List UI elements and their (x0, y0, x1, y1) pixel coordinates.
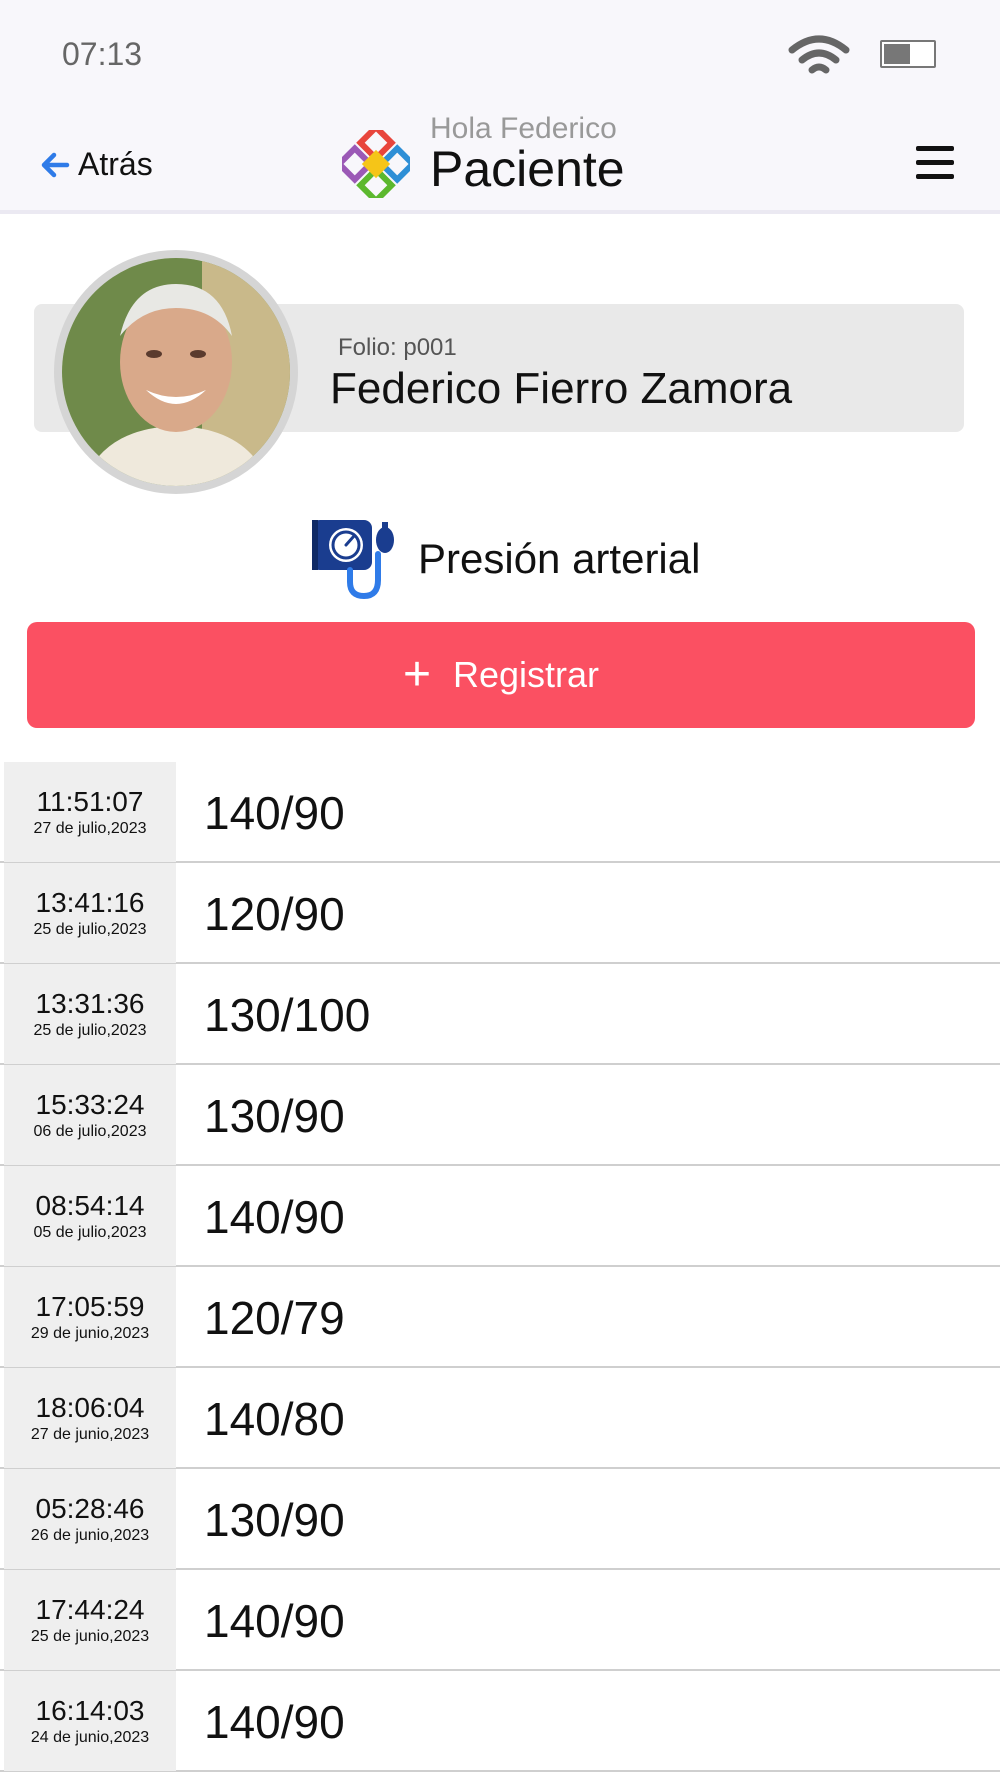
blood-pressure-value: 140/90 (204, 1696, 345, 1748)
record-date: 25 de junio,2023 (30, 1628, 150, 1645)
record-time: 17:44:24 (35, 1594, 145, 1625)
record-time: 05:28:46 (35, 1493, 145, 1524)
record-date: 26 de junio,2023 (30, 1527, 150, 1544)
timestamp-cell: 13:31:36 25 de julio,2023 (4, 964, 176, 1064)
app-logo-icon (342, 130, 410, 198)
blood-pressure-value: 140/90 (204, 1191, 345, 1243)
table-row[interactable]: 17:44:24 25 de junio,2023 140/90 (0, 1570, 1000, 1671)
record-time: 11:51:07 (36, 786, 144, 817)
back-label: Atrás (78, 146, 153, 182)
record-time: 15:33:24 (35, 1089, 145, 1120)
patient-name: Federico Fierro Zamora (330, 364, 793, 413)
blood-pressure-value: 140/90 (204, 1595, 345, 1647)
blood-pressure-value: 120/79 (204, 1292, 345, 1344)
plus-icon: + (402, 648, 431, 701)
status-bar: 07:13 (0, 0, 1000, 100)
record-date: 27 de julio,2023 (33, 820, 147, 837)
battery-icon (880, 40, 936, 68)
patient-photo (62, 258, 290, 486)
table-row[interactable]: 13:41:16 25 de julio,2023 120/90 (0, 863, 1000, 964)
record-time: 17:05:59 (35, 1291, 145, 1322)
wifi-icon (788, 35, 850, 74)
timestamp-cell: 11:51:07 27 de julio,2023 (4, 762, 176, 862)
table-row[interactable]: 18:06:04 27 de junio,2023 140/80 (0, 1368, 1000, 1469)
status-time: 07:13 (62, 36, 143, 72)
timestamp-cell: 13:41:16 25 de julio,2023 (4, 863, 176, 963)
record-date: 25 de julio,2023 (33, 1022, 147, 1039)
register-label: Registrar (452, 654, 600, 695)
table-row[interactable]: 16:14:03 24 de junio,2023 140/90 (0, 1671, 1000, 1772)
patient-folio: Folio: p001 (338, 334, 457, 361)
table-row[interactable]: 11:51:07 27 de julio,2023 140/90 (0, 762, 1000, 863)
blood-pressure-monitor-icon (312, 520, 394, 600)
record-date: 25 de julio,2023 (33, 921, 147, 938)
blood-pressure-value: 130/90 (204, 1090, 345, 1142)
battery-level (884, 44, 910, 64)
blood-pressure-value: 130/90 (204, 1494, 345, 1546)
timestamp-cell: 17:44:24 25 de junio,2023 (4, 1570, 176, 1670)
timestamp-cell: 17:05:59 29 de junio,2023 (4, 1267, 176, 1367)
section-title: Presión arterial (418, 535, 701, 582)
record-time: 13:41:16 (35, 887, 145, 918)
table-row[interactable]: 05:28:46 26 de junio,2023 130/90 (0, 1469, 1000, 1570)
table-row[interactable]: 15:33:24 06 de julio,2023 130/90 (0, 1065, 1000, 1166)
record-time: 08:54:14 (35, 1190, 145, 1221)
record-date: 06 de julio,2023 (33, 1123, 147, 1140)
record-time: 16:14:03 (35, 1695, 145, 1726)
timestamp-cell: 08:54:14 05 de julio,2023 (4, 1166, 176, 1266)
avatar (54, 250, 298, 494)
record-time: 13:31:36 (35, 988, 145, 1019)
app-header: Atrás Hola Federico Paciente (0, 100, 1000, 214)
blood-pressure-value: 130/100 (204, 989, 371, 1041)
timestamp-cell: 15:33:24 06 de julio,2023 (4, 1065, 176, 1165)
blood-pressure-value: 140/80 (204, 1393, 345, 1445)
blood-pressure-value: 120/90 (204, 888, 345, 940)
table-row[interactable]: 13:31:36 25 de julio,2023 130/100 (0, 964, 1000, 1065)
arrow-left-icon (41, 152, 70, 177)
hamburger-menu-icon[interactable] (916, 144, 958, 180)
timestamp-cell: 18:06:04 27 de junio,2023 (4, 1368, 176, 1468)
record-date: 27 de junio,2023 (30, 1426, 150, 1443)
section-header: Presión arterial (310, 518, 700, 600)
record-time: 18:06:04 (35, 1392, 145, 1423)
timestamp-cell: 16:14:03 24 de junio,2023 (4, 1671, 176, 1771)
page-title: Paciente (430, 141, 625, 197)
record-date: 05 de julio,2023 (33, 1224, 147, 1241)
records-list: 11:51:07 27 de julio,2023 140/90 13:41:16 25… (0, 762, 1000, 1772)
record-date: 29 de junio,2023 (30, 1325, 150, 1342)
record-date: 24 de junio,2023 (30, 1729, 150, 1746)
blood-pressure-value: 140/90 (204, 787, 345, 839)
timestamp-cell: 05:28:46 26 de junio,2023 (4, 1469, 176, 1569)
table-row[interactable]: 17:05:59 29 de junio,2023 120/79 (0, 1267, 1000, 1368)
table-row[interactable]: 08:54:14 05 de julio,2023 140/90 (0, 1166, 1000, 1267)
register-button[interactable]: + Registrar (27, 622, 975, 728)
back-button[interactable]: Atrás (40, 146, 153, 183)
